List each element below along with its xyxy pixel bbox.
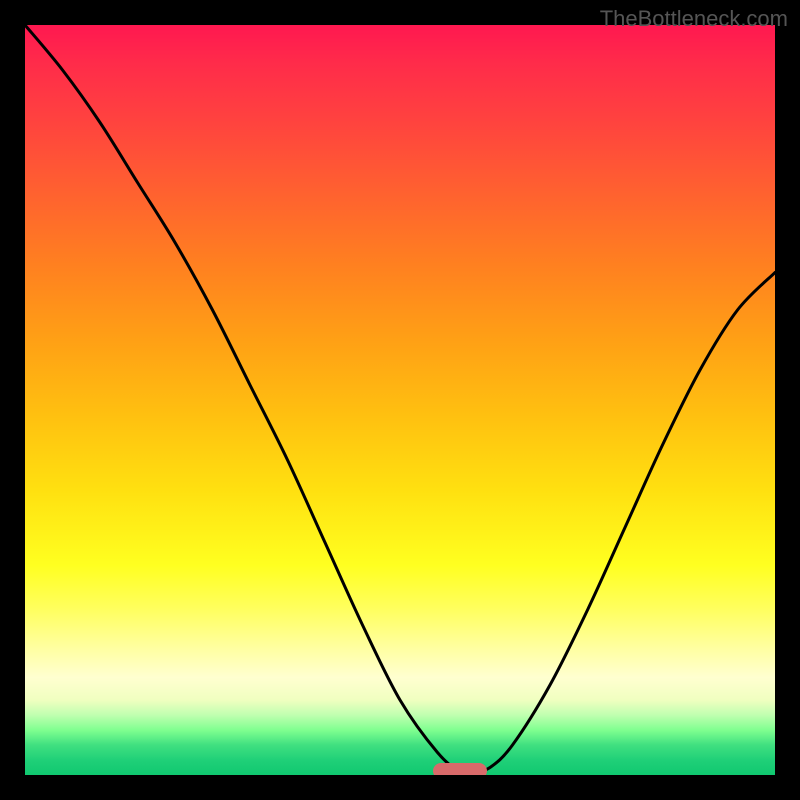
bottleneck-curve	[25, 25, 775, 773]
plot-area	[25, 25, 775, 775]
optimal-point-marker	[433, 763, 487, 775]
watermark-text: TheBottleneck.com	[600, 6, 788, 32]
chart-container: TheBottleneck.com	[0, 0, 800, 800]
curve-svg	[25, 25, 775, 775]
